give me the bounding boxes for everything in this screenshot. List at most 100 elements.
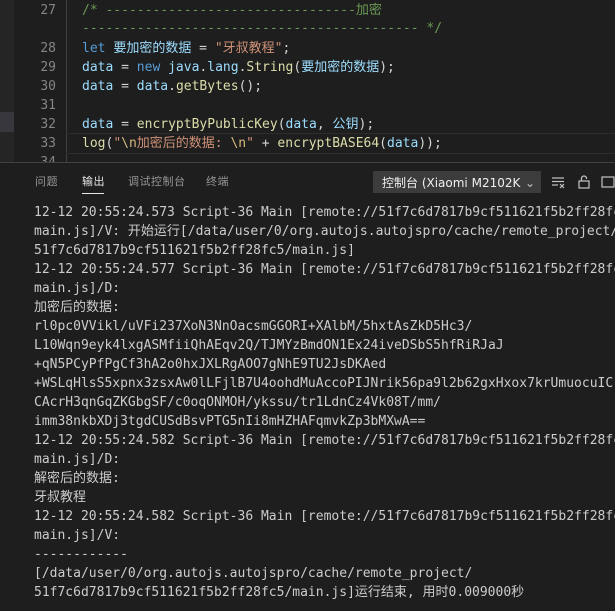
output-line: 12-12 20:55:24.582 Script-36 Main [remot… xyxy=(34,433,615,448)
code-token: = xyxy=(191,41,215,56)
output-line: main.js]/D: xyxy=(34,452,121,467)
code-token: /* --------------------------------加密 xyxy=(82,3,382,18)
code-token: 要加密的数据 xyxy=(113,41,192,56)
code-line[interactable]: ----------------------------------------… xyxy=(0,19,615,38)
code-token: String xyxy=(246,60,294,75)
code-token: + xyxy=(253,136,278,151)
tab-terminal[interactable]: 终端 xyxy=(206,173,229,189)
output-line: main.js]/V: xyxy=(34,528,121,543)
code-line[interactable]: 29 data = new java.lang.String(要加密的数据); xyxy=(0,58,615,77)
code-line[interactable]: 32 data = encryptByPublicKey(data, 公钥); xyxy=(0,115,615,134)
active-tab-underline xyxy=(82,193,104,194)
output-line: 12-12 20:55:24.582 Script-36 Main [remot… xyxy=(34,509,615,524)
code-token: encryptBASE64 xyxy=(277,136,380,151)
code-line[interactable]: 34 xyxy=(0,153,615,162)
output-line: imm38nkbXDj3tgdCUSdBsvPTG5nIi8mHZHAFqmvk… xyxy=(34,414,426,429)
code-token: ----------------------------------------… xyxy=(82,21,443,36)
line-number: 33 xyxy=(40,136,56,151)
code-token: log xyxy=(82,136,106,151)
line-code: data = new java.lang.String(要加密的数据); xyxy=(82,58,395,77)
line-number: 28 xyxy=(40,41,56,56)
output-line: rl0pc0VVikl/uVFi237XoN3NnOacsmGGORI+XAlb… xyxy=(34,319,473,334)
code-token: getBytes xyxy=(175,79,239,94)
code-token: encryptByPublicKey xyxy=(136,117,278,132)
line-number: 29 xyxy=(40,60,56,75)
line-code: let 要加密的数据 = "牙叔教程"; xyxy=(82,39,290,58)
code-token: \n xyxy=(121,136,137,151)
code-token: \n xyxy=(230,136,247,151)
code-token: ); xyxy=(379,60,395,75)
output-line: +WSLqHlsS5xpnx3zsxAw0lLFjlB7U4oohdMuAcco… xyxy=(34,376,615,391)
tab-output[interactable]: 输出 xyxy=(82,173,105,189)
lock-icon[interactable] xyxy=(576,174,592,190)
code-token: java xyxy=(168,60,200,75)
output-line: ------------ xyxy=(34,547,128,562)
code-token: = xyxy=(113,117,137,132)
code-token: let xyxy=(82,41,114,56)
line-number: 27 xyxy=(40,3,56,18)
output-line: 牙叔教程 xyxy=(34,490,87,505)
code-token: 公钥 xyxy=(332,117,359,132)
code-token: " xyxy=(246,136,254,151)
output-channel-select[interactable]: 控制台 (Xiaomi M2102K ⌄ xyxy=(373,171,541,193)
bottom-panel: 问题 输出 调试控制台 终端 控制台 (Xiaomi M2102K ⌄ 12-1… xyxy=(0,162,615,611)
code-editor[interactable]: 27 /* --------------------------------加密 -… xyxy=(0,0,615,162)
output-line: main.js]/V: 开始运行[/data/user/0/org.autojs… xyxy=(34,224,615,239)
output-log[interactable]: 12-12 20:55:24.573 Script-36 Main [remot… xyxy=(34,203,615,611)
code-token: ; xyxy=(282,41,291,56)
line-code: /* --------------------------------加密 xyxy=(82,1,382,20)
line-code: ----------------------------------------… xyxy=(82,19,442,38)
code-token: data xyxy=(136,79,169,94)
code-token: 要加密的数据 xyxy=(301,60,380,75)
code-token: . xyxy=(168,79,176,94)
line-code: log("\n加密后的数据: \n" + encryptBASE64(data)… xyxy=(82,134,442,153)
code-line[interactable]: 30 data = data.getBytes(); xyxy=(0,77,615,96)
code-token: data xyxy=(285,117,317,132)
code-token: )); xyxy=(418,136,442,151)
output-line: 51f7c6d7817b9cf511621f5b2ff28fc5/main.js… xyxy=(34,585,525,600)
code-token: " xyxy=(113,136,122,151)
panel-tab-bar: 问题 输出 调试控制台 终端 控制台 (Xiaomi M2102K ⌄ xyxy=(0,163,615,201)
code-token: data xyxy=(387,136,419,151)
code-token: ( xyxy=(277,117,286,132)
chevron-down-icon: ⌄ xyxy=(524,176,535,190)
code-line[interactable]: 33 log("\n加密后的数据: \n" + encryptBASE64(dat… xyxy=(0,134,615,153)
output-line: 12-12 20:55:24.577 Script-36 Main [remot… xyxy=(34,262,615,277)
code-token: ( xyxy=(379,136,387,151)
line-number: 31 xyxy=(40,98,56,113)
line-number: 30 xyxy=(40,79,56,94)
code-line[interactable]: 27 /* --------------------------------加密 xyxy=(0,1,615,20)
code-token: ); xyxy=(358,117,375,132)
line-number: 32 xyxy=(40,117,56,132)
output-line: 加密后的数据: xyxy=(34,300,120,315)
code-token: (); xyxy=(238,79,263,94)
code-token: 加密后的数据: xyxy=(136,136,231,151)
code-token: data xyxy=(82,60,114,75)
clear-output-icon[interactable] xyxy=(550,174,566,190)
output-line: main.js]/D: xyxy=(34,281,121,296)
code-line[interactable]: 31 xyxy=(0,96,615,115)
code-token: data xyxy=(82,79,114,94)
line-number: 34 xyxy=(14,153,56,162)
code-line[interactable]: 28 let 要加密的数据 = "牙叔教程"; xyxy=(0,39,615,58)
code-token: data xyxy=(82,117,114,132)
code-token: new xyxy=(136,60,169,75)
more-actions-icon[interactable] xyxy=(600,174,615,190)
line-code: data = data.getBytes(); xyxy=(82,77,262,96)
output-line: 51f7c6d7817b9cf511621f5b2ff28fc5/main.js… xyxy=(34,243,355,258)
code-token: , xyxy=(316,117,333,132)
output-line: 12-12 20:55:24.573 Script-36 Main [remot… xyxy=(34,205,615,220)
line-code: data = encryptByPublicKey(data, 公钥); xyxy=(82,115,374,134)
code-token: "牙叔教程" xyxy=(214,41,283,56)
output-line: 解密后的数据: xyxy=(34,471,120,486)
output-line: +qN5PCyPfPgCf3hA2o0hxJXLRgAOO7gNhE9TU2Js… xyxy=(34,357,387,372)
output-line: L10Wqn9eyk4lxgASMfiiQhAEqv2Q/TJMYzBmdON1… xyxy=(34,338,504,353)
code-token: lang xyxy=(207,60,239,75)
output-line: CAcrH3qnGqZKGbgSF/c0oqONMOH/ykssu/tr1Ldn… xyxy=(34,395,441,410)
output-line: [/data/user/0/org.autojs.autojspro/cache… xyxy=(34,566,473,581)
code-token: = xyxy=(113,60,137,75)
tab-debug-console[interactable]: 调试控制台 xyxy=(128,173,186,189)
output-channel-value: 控制台 (Xiaomi M2102K xyxy=(382,176,521,190)
code-token: = xyxy=(113,79,137,94)
tab-problems[interactable]: 问题 xyxy=(35,173,58,189)
